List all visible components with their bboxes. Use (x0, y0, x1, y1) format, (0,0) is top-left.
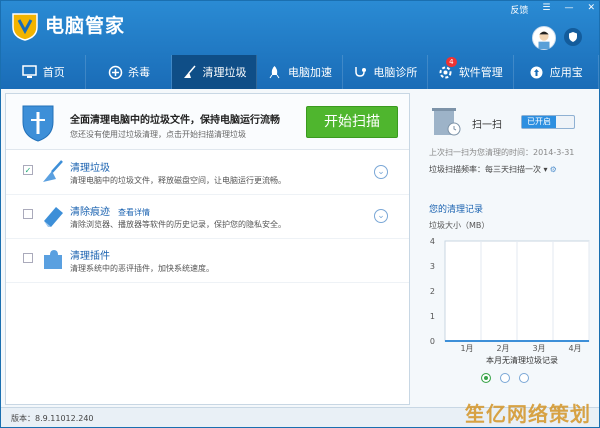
pager-dots (481, 373, 529, 383)
history-title: 您的清理记录 (429, 205, 484, 215)
clean-shield-icon (22, 105, 54, 142)
app-window: 电脑管家 反馈 ☰ — ✕ 首页 杀毒 清理垃圾 电脑加速 电脑诊所 4 软件管理… (0, 0, 600, 428)
x-tick-label: 2月 (496, 344, 509, 353)
x-tick-label: 4月 (568, 344, 581, 353)
menu-icon[interactable]: ☰ (542, 3, 550, 16)
item-title: 清理垃圾 (70, 163, 110, 174)
tab-speedup[interactable]: 电脑加速 (257, 55, 343, 89)
x-tick-label: 1月 (460, 344, 473, 353)
scan-frequency-dropdown[interactable]: 垃圾扫描频率：每三天扫描一次 ▾ ⚙ (429, 164, 557, 175)
list-item: ✓ 清理垃圾 清理电脑中的垃圾文件，释放磁盘空间，让电脑运行更流畅。 ⌄ (6, 151, 409, 195)
scan-banner: 全面清理电脑中的垃圾文件，保持电脑运行流畅 您还没有使用过垃圾清理，点击开始扫描… (6, 94, 409, 150)
x-tick-label: 3月 (532, 344, 545, 353)
plugin-icon (44, 250, 62, 269)
gear-icon[interactable]: ⚙ (550, 165, 557, 174)
pager-dot[interactable] (481, 373, 491, 383)
clear-traces-checkbox[interactable] (23, 209, 33, 219)
clean-junk-checkbox[interactable]: ✓ (23, 165, 33, 175)
status-bar: 版本：8.9.11012.240 笙亿网络策划 (1, 402, 599, 427)
close-icon[interactable]: ✕ (587, 3, 595, 16)
item-title: 清理插件 (70, 251, 110, 262)
item-desc: 清除浏览器、播放器等软件的历史记录，保护您的隐私安全。 (70, 220, 286, 229)
last-clean-time: 上次扫一扫为您清理的时间：2014-3-31 (429, 148, 575, 157)
stethoscope-icon (352, 64, 368, 80)
minimize-icon[interactable]: — (564, 3, 573, 16)
clean-plugins-checkbox[interactable] (23, 253, 33, 263)
quick-scan-label: 扫一扫 (472, 120, 502, 131)
list-item: 清除痕迹 查看详情 清除浏览器、播放器等软件的历史记录，保护您的隐私安全。 ⌄ (6, 195, 409, 239)
broom-icon (182, 64, 198, 80)
tab-antivirus[interactable]: 杀毒 (86, 55, 172, 89)
main-nav: 首页 杀毒 清理垃圾 电脑加速 电脑诊所 4 软件管理 应用宝 (1, 55, 599, 89)
pager-dot[interactable] (519, 373, 529, 383)
app-title: 电脑管家 (45, 15, 126, 37)
logo-icon (12, 13, 38, 41)
avatar[interactable] (532, 26, 556, 50)
tab-home[interactable]: 首页 (1, 55, 87, 89)
eraser-icon (44, 207, 63, 227)
tab-appstore[interactable]: 应用宝 (514, 55, 599, 89)
side-panel: 扫一扫 已开启 上次扫一扫为您清理的时间：2014-3-31 垃圾扫描频率：每三… (417, 93, 597, 405)
version-label: 版本：8.9.11012.240 (11, 414, 94, 423)
list-item: 清理插件 清理系统中的恶评插件，加快系统速度。 (6, 239, 409, 283)
shield-icon[interactable] (564, 28, 582, 46)
chevron-down-icon[interactable]: ⌄ (374, 209, 388, 223)
rocket-icon (267, 64, 283, 80)
y-tick-label: 1 (430, 312, 435, 321)
monitor-icon (22, 64, 38, 80)
chevron-down-icon[interactable]: ⌄ (374, 165, 388, 179)
cleanup-panel: 全面清理电脑中的垃圾文件，保持电脑运行流畅 您还没有使用过垃圾清理，点击开始扫描… (5, 93, 410, 405)
pager-dot[interactable] (500, 373, 510, 383)
quick-scan-toggle[interactable]: 已开启 (521, 115, 575, 129)
history-chart: 1月 2月 3月 4月 0 1 2 3 4 (430, 237, 590, 353)
y-tick-label: 3 (430, 262, 435, 271)
broom-icon (43, 160, 63, 182)
view-details-link[interactable]: 查看详情 (118, 208, 150, 217)
item-desc: 清理系统中的恶评插件，加快系统速度。 (70, 264, 214, 273)
y-axis-label: 垃圾大小（MB） (429, 221, 490, 230)
item-desc: 清理电脑中的垃圾文件，释放磁盘空间，让电脑运行更流畅。 (70, 176, 286, 185)
scan-subtitle: 您还没有使用过垃圾清理，点击开始扫描清理垃圾 (70, 130, 246, 139)
feedback-link[interactable]: 反馈 (510, 3, 528, 16)
y-tick-label: 0 (430, 337, 435, 346)
tab-cleanup[interactable]: 清理垃圾 (171, 55, 258, 89)
header: 电脑管家 反馈 ☰ — ✕ 首页 杀毒 清理垃圾 电脑加速 电脑诊所 4 软件管理… (1, 1, 599, 89)
tab-clinic[interactable]: 电脑诊所 (343, 55, 429, 89)
trash-clock-icon (432, 108, 461, 136)
item-title: 清除痕迹 查看详情 (70, 207, 150, 218)
start-scan-button[interactable]: 开始扫描 (306, 106, 398, 138)
update-badge: 4 (446, 57, 457, 67)
scan-title: 全面清理电脑中的垃圾文件，保持电脑运行流畅 (70, 115, 280, 126)
watermark: 笙亿网络策划 (465, 402, 591, 426)
y-tick-label: 4 (430, 237, 435, 246)
chart-caption: 本月无清理垃圾记录 (486, 356, 558, 365)
tab-software[interactable]: 4 软件管理 (428, 55, 514, 89)
y-tick-label: 2 (430, 287, 435, 296)
antivirus-icon (107, 64, 123, 80)
appstore-icon (529, 64, 545, 80)
